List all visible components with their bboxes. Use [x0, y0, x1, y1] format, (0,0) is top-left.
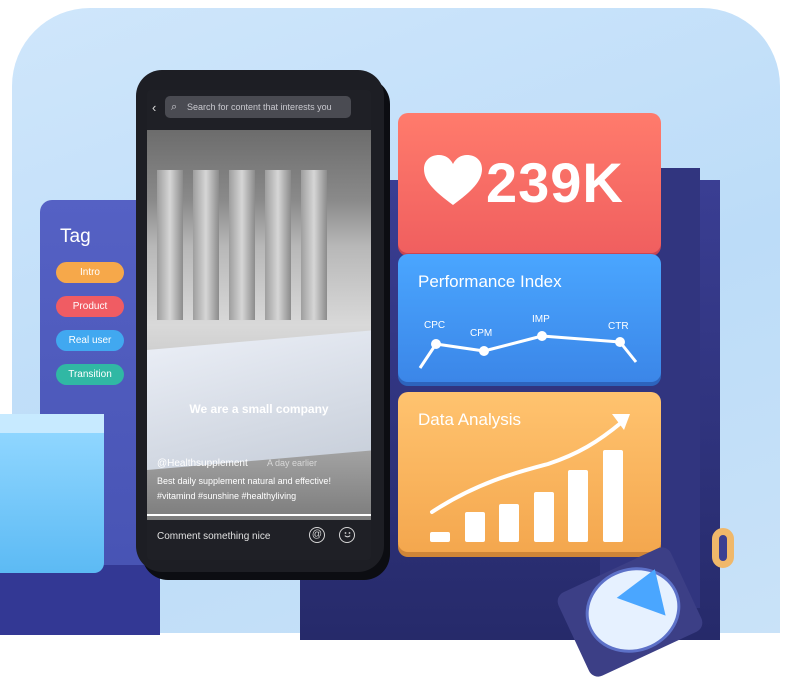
back-arrow-icon[interactable]: ‹	[152, 100, 156, 115]
post-description: Best daily supplement natural and effect…	[157, 476, 331, 486]
post-hashtags[interactable]: #vitamind #sunshine #healthyliving	[157, 491, 296, 501]
tag-pill[interactable]: Product	[56, 296, 124, 317]
phone-screen: ‹ ⌕ Search for content that interests yo…	[147, 90, 371, 560]
tag-pill[interactable]: Transition	[56, 364, 124, 385]
smile-face-icon	[343, 532, 351, 538]
tag-panel-title: Tag	[60, 226, 91, 247]
data-bar	[602, 450, 623, 542]
video-slat	[265, 170, 291, 320]
metric-cpm: CPM	[470, 328, 493, 339]
search-icon: ⌕	[171, 101, 178, 113]
metric-ctr: CTR	[608, 321, 629, 332]
metric-cpc: CPC	[424, 320, 446, 331]
ctr-point	[615, 337, 625, 347]
search-input[interactable]: ⌕ Search for content that interests you	[165, 96, 351, 118]
data-bar	[533, 492, 554, 542]
imp-point	[537, 331, 547, 341]
data-bar	[464, 512, 485, 542]
cpc-point	[431, 339, 441, 349]
metric-imp: IMP	[532, 314, 550, 325]
author-handle[interactable]: @Healthsupplement	[157, 458, 248, 469]
data-bar	[499, 504, 519, 542]
tag-pill[interactable]: Intro	[56, 262, 124, 283]
mention-icon[interactable]: @	[309, 527, 325, 543]
heart-icon	[424, 155, 482, 205]
video-slat	[229, 170, 255, 320]
search-placeholder: Search for content that interests you	[187, 102, 332, 112]
likes-count: 239K	[486, 151, 624, 214]
tag-pill[interactable]: Real user	[56, 330, 124, 351]
video-slat	[157, 170, 183, 320]
data-bar	[568, 470, 588, 542]
data-bar	[430, 532, 450, 542]
video-progress-bar[interactable]	[147, 514, 371, 516]
video-slat	[301, 170, 327, 320]
video-tray	[147, 329, 371, 471]
post-time: A day earlier	[267, 458, 318, 468]
base-block	[0, 565, 160, 635]
video-slat	[193, 170, 219, 320]
cube-block	[0, 433, 104, 573]
cpm-point	[479, 346, 489, 356]
comment-input[interactable]: Comment something nice	[157, 531, 270, 542]
emoji-icon[interactable]	[339, 527, 355, 543]
performance-line-chart	[418, 331, 638, 369]
machine-knob	[712, 528, 734, 568]
video-caption: We are a small company	[189, 402, 329, 416]
